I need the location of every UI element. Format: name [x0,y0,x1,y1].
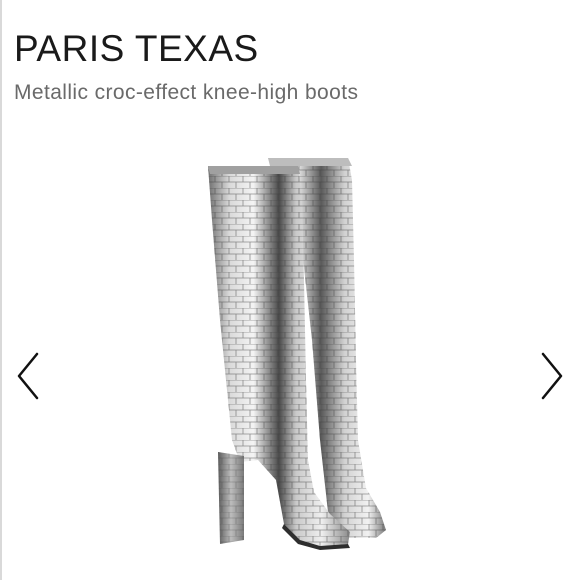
previous-image-button[interactable] [8,346,48,406]
brand-name: PARIS TEXAS [14,28,259,69]
left-divider [0,0,2,580]
product-page: PARIS TEXAS Metallic croc-effect knee-hi… [0,0,580,580]
chevron-left-icon [17,352,39,400]
product-image [180,140,410,570]
chevron-right-icon [541,352,563,400]
next-image-button[interactable] [532,346,572,406]
product-subtitle: Metallic croc-effect knee-high boots [14,81,359,104]
boots-icon [208,158,386,550]
